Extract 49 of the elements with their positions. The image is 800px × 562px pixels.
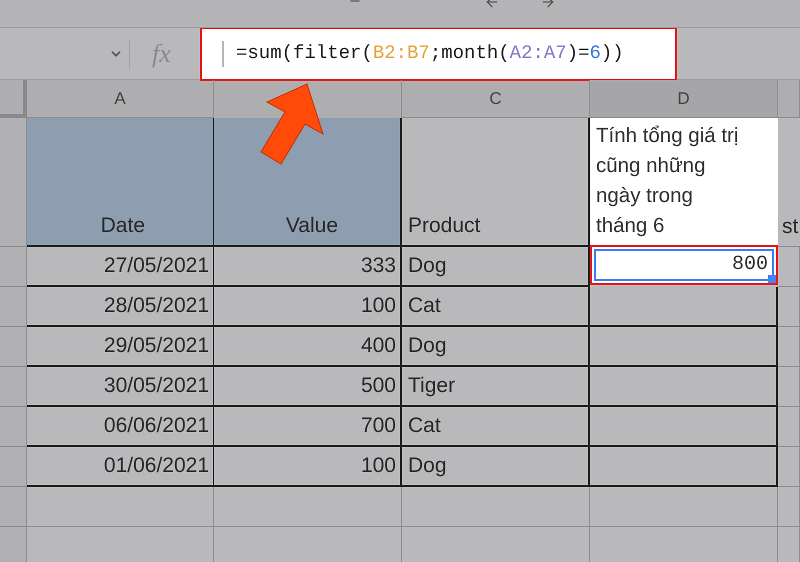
annotation-arrow-icon xyxy=(260,83,324,165)
table-cell xyxy=(778,487,800,527)
column-header[interactable]: D xyxy=(677,86,690,112)
table-cell xyxy=(778,367,800,407)
table-cell-text: 100 xyxy=(360,293,396,320)
note-text: Tính tổng giá trị cũng những ngày trong tháng 6 xyxy=(596,123,740,239)
table-cell xyxy=(778,407,800,447)
table-cell xyxy=(778,327,800,367)
formula-text: =sum(filter(B2:B7;month(A2:A7)=6)) xyxy=(236,41,624,66)
fill-handle-icon[interactable] xyxy=(768,275,776,283)
row-header[interactable] xyxy=(0,407,27,447)
table-cell-text: 700 xyxy=(360,413,396,440)
table-cell-text: 28/05/2021 xyxy=(104,293,209,320)
table-cell-text: 100 xyxy=(360,453,396,480)
table-header-cell: Date xyxy=(27,118,214,247)
table-cell xyxy=(778,287,800,327)
row-header[interactable] xyxy=(0,287,27,327)
row-header[interactable] xyxy=(0,327,27,367)
table-cell-text: 30/05/2021 xyxy=(104,373,209,400)
result-cell[interactable]: 800 xyxy=(594,249,774,281)
row-header[interactable] xyxy=(0,118,27,247)
column-header[interactable]: A xyxy=(114,86,126,112)
table-cell-text: 27/05/2021 xyxy=(104,253,209,280)
row-header[interactable] xyxy=(0,247,27,287)
row-header[interactable] xyxy=(0,487,27,527)
table-cell xyxy=(778,247,800,287)
table-header-cell: Value xyxy=(214,118,402,247)
row-header[interactable] xyxy=(0,527,27,562)
table-cell-text: 333 xyxy=(360,253,396,280)
table-cell-text: Dog xyxy=(408,453,447,480)
formula-field[interactable]: =sum(filter(B2:B7;month(A2:A7)=6)) xyxy=(200,26,677,80)
table-cell-text: Cat xyxy=(408,293,441,320)
column-header[interactable]: C xyxy=(489,86,502,112)
table-header-cell-text: Product xyxy=(408,212,480,238)
table-cell xyxy=(778,447,800,487)
table-cell-text: Dog xyxy=(408,333,447,360)
table-cell-text: 06/06/2021 xyxy=(104,413,209,440)
table-cell-text: 29/05/2021 xyxy=(104,333,209,360)
result-value: 800 xyxy=(732,252,768,278)
row-header[interactable] xyxy=(0,447,27,487)
table-cell-text: Cat xyxy=(408,413,441,440)
table-cell-text: 01/06/2021 xyxy=(104,453,209,480)
table-cell-text: 400 xyxy=(360,333,396,360)
row-header[interactable] xyxy=(0,367,27,407)
column-header[interactable] xyxy=(778,80,800,118)
table-cell-text: 500 xyxy=(360,373,396,400)
table-cell-text: Tiger xyxy=(408,373,456,400)
table-cell-text: st xyxy=(782,214,798,240)
table-cell-text: Dog xyxy=(408,253,447,280)
